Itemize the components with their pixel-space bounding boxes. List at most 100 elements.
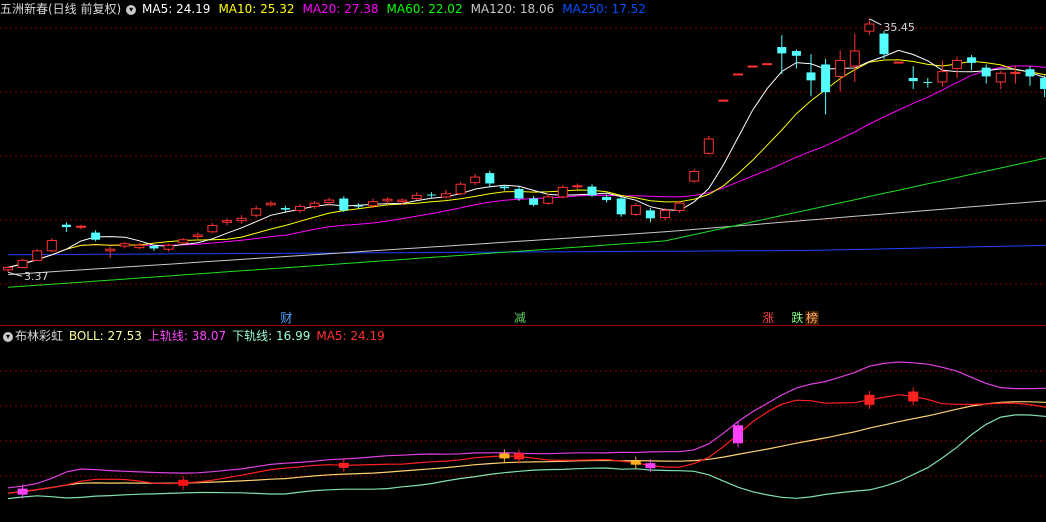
main-panel-header: 五洲新春(日线 前复权) ▾ MA5: 24.19 MA10: 25.32 MA20:…: [0, 0, 656, 18]
candle-body-37: [543, 196, 554, 204]
candle-body-28: [411, 194, 422, 199]
ma-label-0: MA5: 24.19: [142, 2, 211, 16]
candle-body-67: [981, 67, 991, 77]
candle-body-2: [32, 250, 43, 261]
candle-body-59: [864, 23, 875, 32]
candle-body-26: [382, 198, 393, 202]
ma-legend: MA5: 24.19 MA10: 25.32 MA20: 27.38 MA60: 22…: [142, 2, 654, 16]
candle-body-48: [703, 138, 714, 154]
event-marker-4[interactable]: 榜: [805, 311, 820, 325]
chart-stage[interactable]: 35.45 3.37 五洲新春(日线 前复权) ▾ MA5: 24.19 MA10: …: [0, 0, 1046, 522]
candle-body-29: [426, 194, 436, 196]
candle-body-31: [455, 183, 466, 195]
high-price-label: 35.45: [883, 21, 915, 34]
candle-body-18: [265, 202, 276, 206]
ma-label-5: MA250: 17.52: [562, 2, 646, 16]
sub-settings-gear-icon[interactable]: ▾: [3, 331, 13, 342]
candle-body-12: [178, 239, 189, 244]
candle-body-14: [207, 224, 218, 233]
candle-body-50: [733, 73, 743, 76]
candle-body-53: [777, 47, 787, 54]
boll-mid-line: [7, 401, 1046, 494]
event-marker-3[interactable]: 跌: [790, 311, 804, 325]
ma20-line: [7, 65, 1046, 268]
candle-body-41: [602, 196, 612, 201]
ma120-line: [7, 200, 1046, 276]
stock-title: 五洲新春(日线 前复权): [0, 2, 122, 16]
candle-body-44: [645, 210, 655, 219]
candle-body-69: [1010, 71, 1021, 74]
ma-label-4: MA120: 18.06: [470, 2, 555, 16]
boll-legend: BOLL: 27.53 上轨线: 38.07 下轨线: 16.99 MA5: 24.1…: [69, 329, 391, 343]
candle-body-71: [1040, 77, 1046, 90]
candle-body-8: [119, 243, 130, 247]
candle-body-21: [309, 202, 320, 207]
candle-body-65: [952, 60, 962, 69]
boll-lower-line: [7, 414, 1046, 500]
candle-body-1: [17, 259, 28, 268]
candle-body-11: [163, 244, 174, 250]
candle-body-27: [397, 199, 408, 203]
candle-body-30: [441, 193, 451, 198]
candle-body-42: [616, 198, 626, 215]
candle-body-6: [91, 232, 101, 240]
candle-body-4: [61, 224, 71, 228]
low-price-label: 3.37: [24, 270, 49, 283]
event-marker-0[interactable]: 财: [279, 311, 293, 325]
candle-body-66: [967, 57, 977, 63]
settings-gear-icon[interactable]: ▾: [126, 4, 137, 15]
candle-body-51: [747, 65, 758, 68]
candle-body-5: [76, 225, 86, 228]
candle-body-58: [849, 50, 860, 67]
ma-label-3: MA60: 22.02: [386, 2, 463, 16]
boll-label-3: MA5: 24.19: [316, 329, 385, 343]
candle-body-23: [339, 198, 349, 211]
boll-label-0: BOLL: 27.53: [68, 329, 142, 343]
candle-body-13: [192, 234, 203, 238]
candle-body-52: [762, 63, 773, 66]
ma5-line: [7, 49, 1046, 268]
candle-body-56: [821, 64, 831, 93]
event-marker-2[interactable]: 涨: [761, 311, 775, 325]
candle-body-20: [295, 205, 305, 211]
candle-body-35: [514, 188, 524, 199]
candle-body-45: [660, 209, 670, 219]
candle-body-60: [879, 33, 889, 55]
candle-body-61: [893, 61, 904, 64]
candle-body-63: [923, 81, 933, 83]
candle-body-55: [806, 72, 816, 81]
candle-body-3: [46, 240, 57, 252]
candle-body-36: [529, 198, 539, 205]
candle-body-34: [499, 186, 509, 189]
candle-body-46: [674, 202, 685, 211]
candle-body-54: [791, 50, 801, 56]
candle-body-25: [368, 201, 378, 207]
candle-body-10: [149, 246, 159, 249]
candle-body-0: [3, 266, 13, 271]
boll-upper-line: [7, 361, 1046, 489]
candle-body-47: [689, 171, 700, 182]
candle-body-17: [251, 208, 262, 216]
candle-body-68: [995, 72, 1006, 83]
candle-body-33: [485, 173, 495, 184]
ma-label-1: MA10: 25.32: [218, 2, 295, 16]
candle-body-22: [324, 199, 335, 203]
candle-body-62: [908, 77, 918, 82]
main-candlestick-chart[interactable]: 35.45 3.37: [0, 0, 1046, 326]
candle-body-32: [470, 176, 481, 184]
boll-rainbow-chart[interactable]: [0, 326, 1046, 522]
candle-body-64: [937, 71, 948, 83]
sub-panel-header: ▾ 布林彩虹 BOLL: 27.53 上轨线: 38.07 下轨线: 16.99 MA5…: [0, 327, 393, 345]
candle-body-15: [222, 220, 232, 223]
boll-ma5-line: [7, 394, 1046, 494]
ma-label-2: MA20: 27.38: [302, 2, 379, 16]
candle-body-19: [280, 208, 290, 210]
event-marker-1[interactable]: 减: [513, 311, 527, 325]
panel-separator: [0, 325, 1046, 326]
boll-label-1: 上轨线: 38.07: [147, 329, 227, 343]
candle-body-9: [134, 244, 145, 249]
candle-body-70: [1025, 69, 1035, 77]
boll-label-2: 下轨线: 16.99: [232, 329, 311, 343]
ma10-line: [7, 59, 1046, 268]
candle-body-43: [630, 205, 641, 215]
